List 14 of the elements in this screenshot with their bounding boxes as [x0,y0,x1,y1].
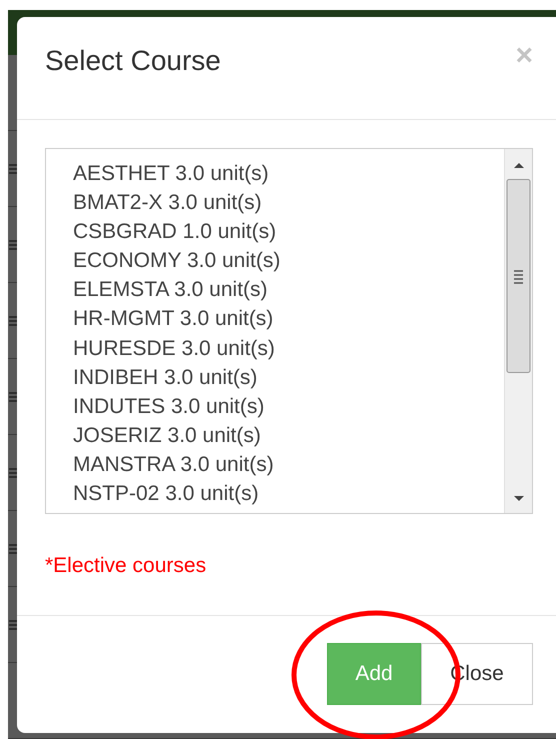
course-option[interactable]: CSBGRAD 1.0 unit(s) [73,217,504,246]
course-option[interactable]: ELEMSTA 3.0 unit(s) [73,275,504,304]
course-option[interactable]: BMAT2-X 3.0 unit(s) [73,188,504,218]
course-option[interactable]: HURESDE 3.0 unit(s) [73,334,504,363]
course-option[interactable]: NSTP-02 3.0 unit(s) [73,479,504,508]
elective-note: *Elective courses [45,554,208,578]
course-option[interactable]: MANSTRA 3.0 unit(s) [73,450,504,480]
course-option[interactable]: ECONOMY 3.0 unit(s) [73,246,504,276]
course-option[interactable]: INDUTES 3.0 unit(s) [73,392,504,421]
course-option[interactable]: HR-MGMT 3.0 unit(s) [73,304,504,334]
dialog-title: Select Course [45,45,221,77]
course-option[interactable]: JOSERIZ 3.0 unit(s) [73,420,504,450]
course-option[interactable]: INDIBEH 3.0 unit(s) [73,362,504,392]
course-option[interactable]: AESTHET 3.0 unit(s) [73,159,504,188]
